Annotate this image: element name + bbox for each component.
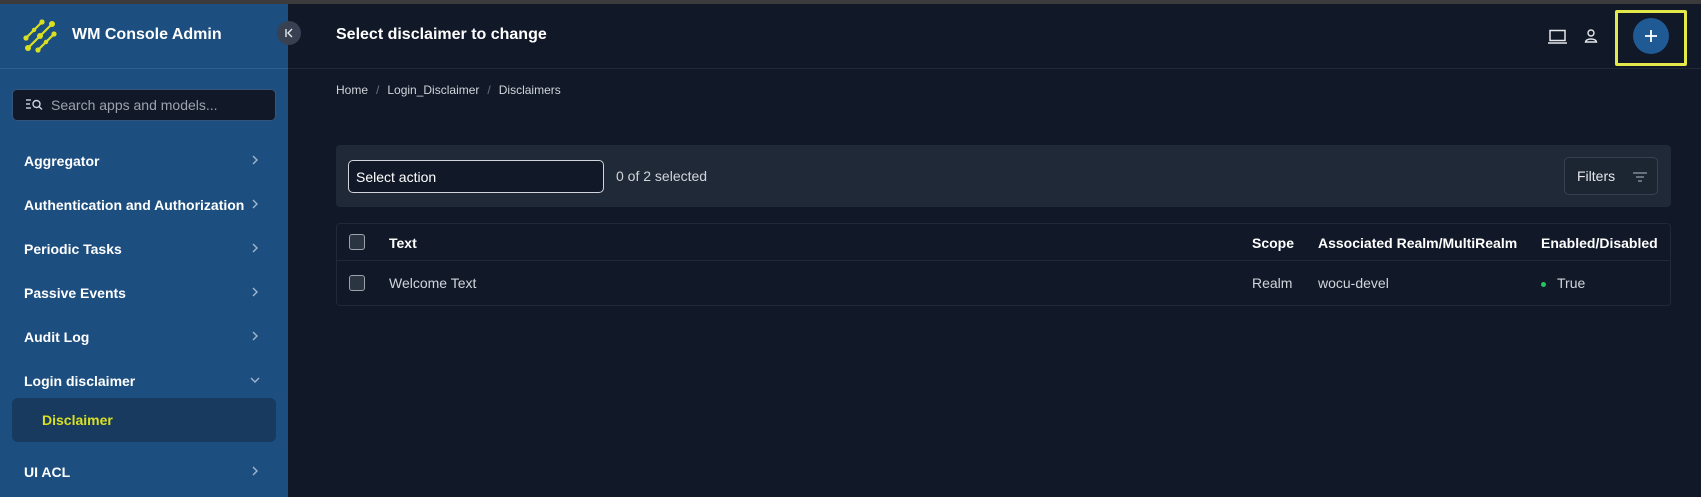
sidebar-item-label: Periodic Tasks bbox=[24, 241, 122, 257]
app-title: WM Console Admin bbox=[72, 26, 222, 43]
sidebar-item-label: Aggregator bbox=[24, 153, 100, 169]
breadcrumb-separator: / bbox=[487, 83, 491, 97]
cell-enabled: True bbox=[1541, 275, 1585, 291]
chevron-right-icon bbox=[252, 155, 258, 165]
user-icon[interactable] bbox=[1583, 28, 1599, 44]
select-all-checkbox[interactable] bbox=[349, 234, 365, 250]
breadcrumb-home[interactable]: Home bbox=[336, 83, 368, 97]
sidebar-item-label: Authentication and Authorization bbox=[24, 197, 245, 213]
search-icon bbox=[26, 99, 43, 110]
plus-icon bbox=[1645, 30, 1657, 42]
chevron-right-icon bbox=[252, 331, 258, 341]
sidebar-item-login-disclaimer[interactable]: Login disclaimer bbox=[0, 361, 288, 401]
sidebar-item-label: Passive Events bbox=[24, 285, 126, 301]
collapse-sidebar-button[interactable] bbox=[277, 21, 301, 45]
select-action-dropdown[interactable]: Select action bbox=[348, 160, 604, 193]
table-row: Welcome Text Realm wocu-devel True bbox=[337, 261, 1670, 306]
sidebar-search[interactable] bbox=[12, 89, 276, 121]
results-table: Text Scope Associated Realm/MultiRealm E… bbox=[336, 223, 1671, 306]
add-disclaimer-button[interactable] bbox=[1633, 18, 1669, 54]
sidebar-item-label: UI ACL bbox=[24, 464, 71, 480]
filters-button[interactable]: Filters bbox=[1564, 157, 1658, 195]
sidebar-item-passive-events[interactable]: Passive Events bbox=[0, 273, 288, 313]
breadcrumb-disclaimers: Disclaimers bbox=[498, 83, 561, 97]
chevron-right-icon bbox=[252, 243, 258, 253]
monitor-icon[interactable] bbox=[1548, 28, 1568, 46]
collapse-left-icon bbox=[285, 28, 293, 38]
chevron-down-icon bbox=[250, 377, 260, 383]
sidebar-item-audit-log[interactable]: Audit Log bbox=[0, 317, 288, 357]
sidebar-item-authentication[interactable]: Authentication and Authorization bbox=[0, 185, 288, 225]
status-dot-icon bbox=[1541, 281, 1546, 287]
chevron-right-icon bbox=[252, 466, 258, 476]
column-header-text[interactable]: Text bbox=[389, 235, 417, 251]
breadcrumb: Home / Login_Disclaimer / Disclaimers bbox=[336, 83, 561, 97]
sidebar-item-label: Login disclaimer bbox=[24, 373, 136, 389]
chevron-right-icon bbox=[252, 287, 258, 297]
row-checkbox[interactable] bbox=[349, 275, 365, 291]
breadcrumb-login-disclaimer[interactable]: Login_Disclaimer bbox=[387, 83, 479, 97]
search-input[interactable] bbox=[51, 97, 251, 113]
sidebar-item-label: Audit Log bbox=[24, 329, 90, 345]
brand: WM Console Admin bbox=[0, 4, 288, 69]
top-header: Select disclaimer to change bbox=[288, 4, 1701, 69]
sidebar-item-periodic-tasks[interactable]: Periodic Tasks bbox=[0, 229, 288, 269]
selected-count: 0 of 2 selected bbox=[616, 168, 708, 184]
cell-scope: Realm bbox=[1252, 275, 1293, 291]
logo-icon bbox=[23, 19, 57, 53]
sidebar: WM Console Admin Aggregator Authenticati… bbox=[0, 4, 288, 497]
sidebar-item-aggregator[interactable]: Aggregator bbox=[0, 141, 288, 181]
filters-label: Filters bbox=[1577, 168, 1616, 184]
column-header-scope[interactable]: Scope bbox=[1252, 235, 1294, 251]
sidebar-item-ui-acl[interactable]: UI ACL bbox=[0, 452, 288, 492]
cell-realm: wocu-devel bbox=[1318, 275, 1389, 291]
chevron-right-icon bbox=[252, 199, 258, 209]
breadcrumb-separator: / bbox=[376, 83, 380, 97]
table-header: Text Scope Associated Realm/MultiRealm E… bbox=[337, 224, 1670, 261]
cell-text[interactable]: Welcome Text bbox=[389, 275, 476, 291]
filter-icon bbox=[1633, 172, 1647, 182]
column-header-realm[interactable]: Associated Realm/MultiRealm bbox=[1318, 235, 1517, 251]
page-title: Select disclaimer to change bbox=[336, 26, 547, 43]
column-header-enabled[interactable]: Enabled/Disabled bbox=[1541, 235, 1658, 251]
action-bar: Select action 0 of 2 selected Filters bbox=[336, 145, 1671, 207]
cell-enabled-value: True bbox=[1557, 275, 1586, 291]
sidebar-subitem-disclaimer[interactable]: Disclaimer bbox=[12, 398, 276, 442]
